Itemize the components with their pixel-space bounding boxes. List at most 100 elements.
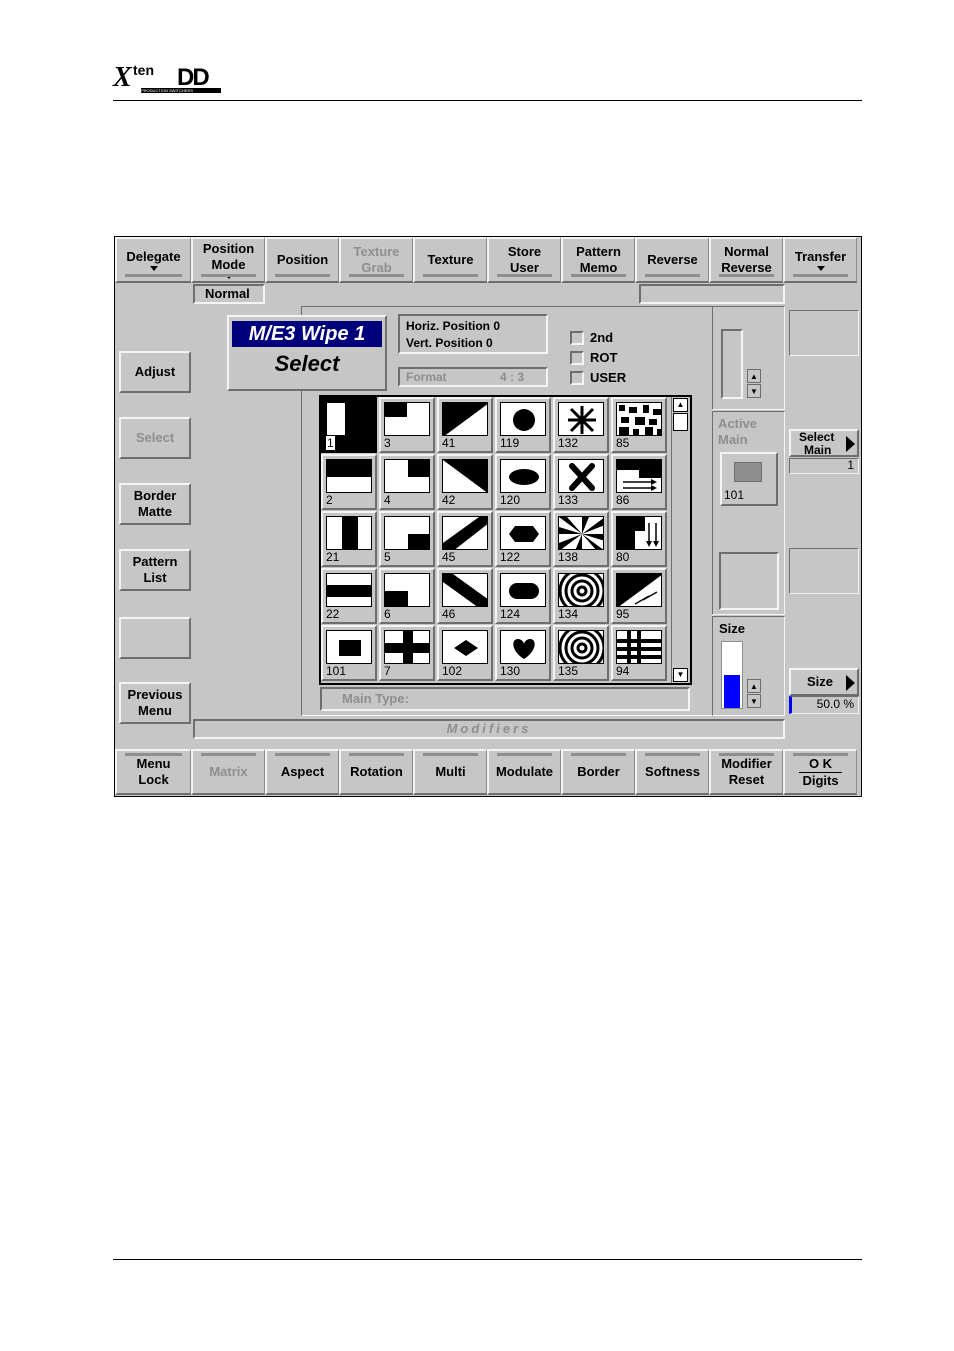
checkbox-user[interactable]: USER	[570, 369, 626, 389]
pattern-cell-132[interactable]: 132	[553, 397, 609, 453]
menu-overline	[275, 753, 330, 756]
pattern-cell-1[interactable]: 1	[321, 397, 377, 453]
pattern-cell-4[interactable]: 4	[379, 454, 435, 510]
bottom-menu-button-1[interactable]: Matrix	[191, 749, 265, 795]
size-panel-label: Size	[719, 621, 746, 636]
checkbox-rot[interactable]: ROT	[570, 349, 626, 369]
bottom-menu-button-9[interactable]: O K Digits	[783, 749, 857, 795]
pattern-cell-94[interactable]: 94	[611, 625, 667, 681]
select-main-arrow-icon	[846, 436, 855, 452]
top-menu-button-3[interactable]: Texture Grab	[339, 237, 413, 283]
upper-slider-up-icon[interactable]: ▲	[747, 369, 761, 383]
scroll-down-icon[interactable]: ▼	[673, 668, 688, 682]
top-menu-button-1[interactable]: Position Mode	[191, 237, 265, 283]
pattern-cell-21[interactable]: 21	[321, 511, 377, 567]
pattern-cell-2[interactable]: 2	[321, 454, 377, 510]
top-menu-button-2[interactable]: Position	[265, 237, 339, 283]
wipe-pattern-122-icon	[500, 516, 546, 550]
size-value: 50.0 %	[789, 696, 859, 714]
pattern-cell-95[interactable]: 95	[611, 568, 667, 624]
pattern-cell-120[interactable]: 120	[495, 454, 551, 510]
top-menu-button-0[interactable]: Delegate	[115, 237, 191, 283]
pattern-cell-86[interactable]: 86	[611, 454, 667, 510]
pattern-cell-134[interactable]: 134	[553, 568, 609, 624]
size-up-icon[interactable]: ▲	[747, 679, 761, 693]
pattern-number: 3	[384, 436, 391, 450]
menu-underline	[497, 274, 552, 277]
pattern-cell-119[interactable]: 119	[495, 397, 551, 453]
left-button-2[interactable]: Border Matte	[119, 483, 191, 525]
bottom-menu-label: Matrix	[209, 764, 248, 779]
pattern-cell-138[interactable]: 138	[553, 511, 609, 567]
wipe-pattern-134-icon	[558, 573, 604, 607]
wipe-pattern-135-icon	[558, 630, 604, 664]
size-down-icon[interactable]: ▼	[747, 694, 761, 708]
pattern-number: 4	[384, 493, 391, 507]
wipe-pattern-46-icon	[442, 573, 488, 607]
bottom-menu-button-6[interactable]: Border	[561, 749, 635, 795]
bottom-menu-button-4[interactable]: Multi	[413, 749, 487, 795]
pattern-cell-7[interactable]: 7	[379, 625, 435, 681]
left-button-4[interactable]	[119, 617, 191, 659]
top-menu-button-7[interactable]: Reverse	[635, 237, 709, 283]
pattern-cell-130[interactable]: 130	[495, 625, 551, 681]
pattern-number: 1	[326, 436, 335, 450]
menu-underline	[125, 274, 182, 277]
size-value-text: 50.0 %	[816, 697, 854, 711]
select-main-button[interactable]: Select Main	[789, 429, 859, 457]
pattern-number: 21	[326, 550, 340, 564]
top-menu-button-9[interactable]: Transfer	[783, 237, 857, 283]
pattern-cell-80[interactable]: 80	[611, 511, 667, 567]
pattern-cell-133[interactable]: 133	[553, 454, 609, 510]
bottom-menu-label-2: Digits	[802, 772, 839, 788]
bottom-menu-button-0[interactable]: Menu Lock	[115, 749, 191, 795]
bottom-menu-button-5[interactable]: Modulate	[487, 749, 561, 795]
checkbox-2nd[interactable]: 2nd	[570, 329, 626, 349]
pattern-cell-102[interactable]: 102	[437, 625, 493, 681]
top-menu-button-5[interactable]: Store User	[487, 237, 561, 283]
grid-scrollbar[interactable]: ▲ ▼	[671, 397, 689, 683]
pattern-cell-101[interactable]: 101	[321, 625, 377, 681]
top-menu-label: Texture	[427, 252, 474, 267]
pattern-cell-46[interactable]: 46	[437, 568, 493, 624]
scroll-up-icon[interactable]: ▲	[673, 398, 688, 412]
pattern-number: 119	[500, 436, 520, 450]
pattern-cell-124[interactable]: 124	[495, 568, 551, 624]
pattern-cell-41[interactable]: 41	[437, 397, 493, 453]
top-menu-button-4[interactable]: Texture	[413, 237, 487, 283]
top-menu-button-8[interactable]: Normal Reverse	[709, 237, 783, 283]
pattern-cell-5[interactable]: 5	[379, 511, 435, 567]
bottom-menu-button-7[interactable]: Softness	[635, 749, 709, 795]
menu-title: M/E3 Wipe 1	[232, 321, 382, 347]
pattern-cell-122[interactable]: 122	[495, 511, 551, 567]
pattern-cell-3[interactable]: 3	[379, 397, 435, 453]
size-button[interactable]: Size	[789, 668, 859, 696]
upper-slider-down-icon[interactable]: ▼	[747, 384, 761, 398]
menu-underline	[275, 274, 330, 277]
pattern-cell-22[interactable]: 22	[321, 568, 377, 624]
wipe-pattern-95-icon	[616, 573, 662, 607]
left-button-5[interactable]: Previous Menu	[119, 682, 191, 724]
pattern-number: 135	[558, 664, 579, 678]
left-button-0[interactable]: Adjust	[119, 351, 191, 393]
scroll-thumb[interactable]	[673, 413, 688, 431]
wipe-pattern-21-icon	[326, 516, 372, 550]
pattern-number: 102	[442, 664, 463, 678]
bottom-menu-button-8[interactable]: Modifier Reset	[709, 749, 783, 795]
bottom-menu-button-3[interactable]: Rotation	[339, 749, 413, 795]
pattern-cell-85[interactable]: 85	[611, 397, 667, 453]
pattern-number: 134	[558, 607, 579, 621]
left-button-3[interactable]: Pattern List	[119, 549, 191, 591]
pattern-cell-42[interactable]: 42	[437, 454, 493, 510]
active-main-button[interactable]: 101	[720, 452, 778, 506]
logo-ten: ten	[133, 62, 154, 78]
bottom-menu-button-2[interactable]: Aspect	[265, 749, 339, 795]
left-button-1[interactable]: Select	[119, 417, 191, 459]
pattern-cell-135[interactable]: 135	[553, 625, 609, 681]
wipe-pattern-85-icon	[616, 402, 662, 436]
top-menu-button-6[interactable]: Pattern Memo	[561, 237, 635, 283]
left-button-label: Adjust	[134, 364, 176, 379]
menu-underline	[645, 274, 700, 277]
pattern-cell-6[interactable]: 6	[379, 568, 435, 624]
pattern-cell-45[interactable]: 45	[437, 511, 493, 567]
